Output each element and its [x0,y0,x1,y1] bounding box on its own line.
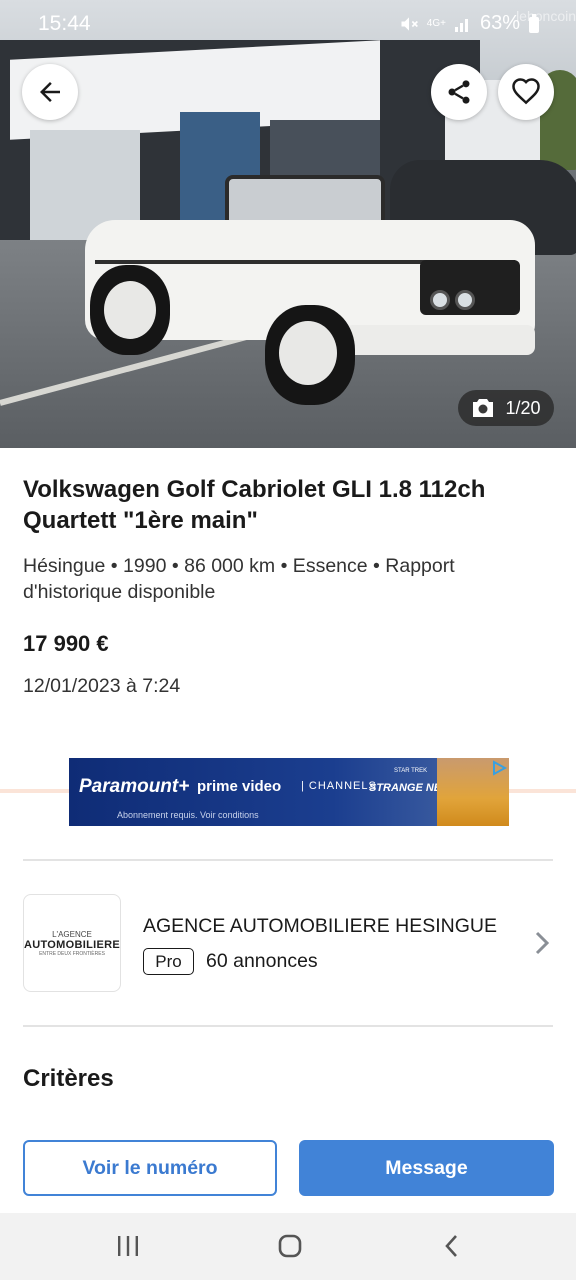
share-button[interactable] [431,64,487,120]
ad-channels: | CHANNELS [301,780,377,792]
ad-choices-icon[interactable] [491,760,507,776]
heart-icon [512,78,540,105]
message-button[interactable]: Message [299,1140,554,1196]
status-icons: 4G+ 63% [399,12,540,35]
photo-white-car [85,175,535,405]
seller-name[interactable]: AGENCE AUTOMOBILIERE HESINGUE [143,915,497,938]
network-type: 4G+ [426,18,446,29]
listing-title: Volkswagen Golf Cabriolet GLI 1.8 112ch … [23,476,486,534]
car-wheel [265,305,355,405]
seller-annonces-count: 60 annonces [206,950,318,972]
home-button[interactable] [270,1231,310,1261]
car-wheel-hub [279,321,337,385]
seller-logo[interactable]: L'AGENCE AUTOMOBILIERE ENTRE DEUX FRONTI… [23,894,121,992]
chevron-right-icon[interactable] [530,928,554,958]
status-bar: 15:44 leboncoin 4G+ 63% [0,0,576,48]
car-bumper [345,325,535,355]
car-headlight [430,290,450,310]
favorite-button[interactable] [498,64,554,120]
recent-apps-icon [118,1236,138,1256]
battery-icon [529,13,539,33]
ad-brand-prime: prime video [197,778,282,795]
seller-logo-line2: AUTOMOBILIERE [24,938,120,951]
listing-date: 12/01/2023 à 7:24 [23,675,181,697]
listing-price: 17 990 € [23,631,109,656]
photo-counter-text: 1/20 [505,397,541,418]
status-time: 15:44 [38,12,91,35]
back-button[interactable] [22,64,78,120]
ad-star-trek: STAR TREK [394,768,428,774]
show-phone-button[interactable]: Voir le numéro [23,1140,277,1196]
back-arrow-icon [40,82,60,102]
seller-logo-line1: L'AGENCE [52,929,92,939]
divider [23,1025,553,1027]
pro-badge: Pro [143,948,194,975]
system-back-button[interactable] [432,1231,472,1261]
divider [23,859,553,861]
share-icon [448,80,470,104]
listing-photo[interactable]: 1/20 [0,0,576,448]
system-back-icon [445,1235,457,1257]
car-headlight [455,290,475,310]
photo-counter[interactable]: 1/20 [458,390,554,426]
battery-percent: 63% [479,12,520,34]
car-wheel [90,265,170,355]
signal-icon [454,18,468,32]
car-wheel-hub [104,281,156,339]
seller-logo-line3: ENTRE DEUX FRONTIÈRES [39,950,105,957]
listing-meta: Hésingue • 1990 • 86 000 km • Essence • … [23,555,455,603]
camera-icon [473,399,494,417]
recent-apps-button[interactable] [108,1231,148,1261]
home-icon [278,1234,302,1258]
ad-fine-print: Abonnement requis. Voir conditions [117,810,259,820]
ad-brand-paramount: Paramount+ [79,776,190,797]
mute-icon [401,16,418,31]
system-nav-bar [0,1213,576,1280]
section-heading-criteres: Critères [23,1065,114,1092]
ad-banner[interactable]: Paramount+ prime video | CHANNELS STRANG… [69,758,509,826]
